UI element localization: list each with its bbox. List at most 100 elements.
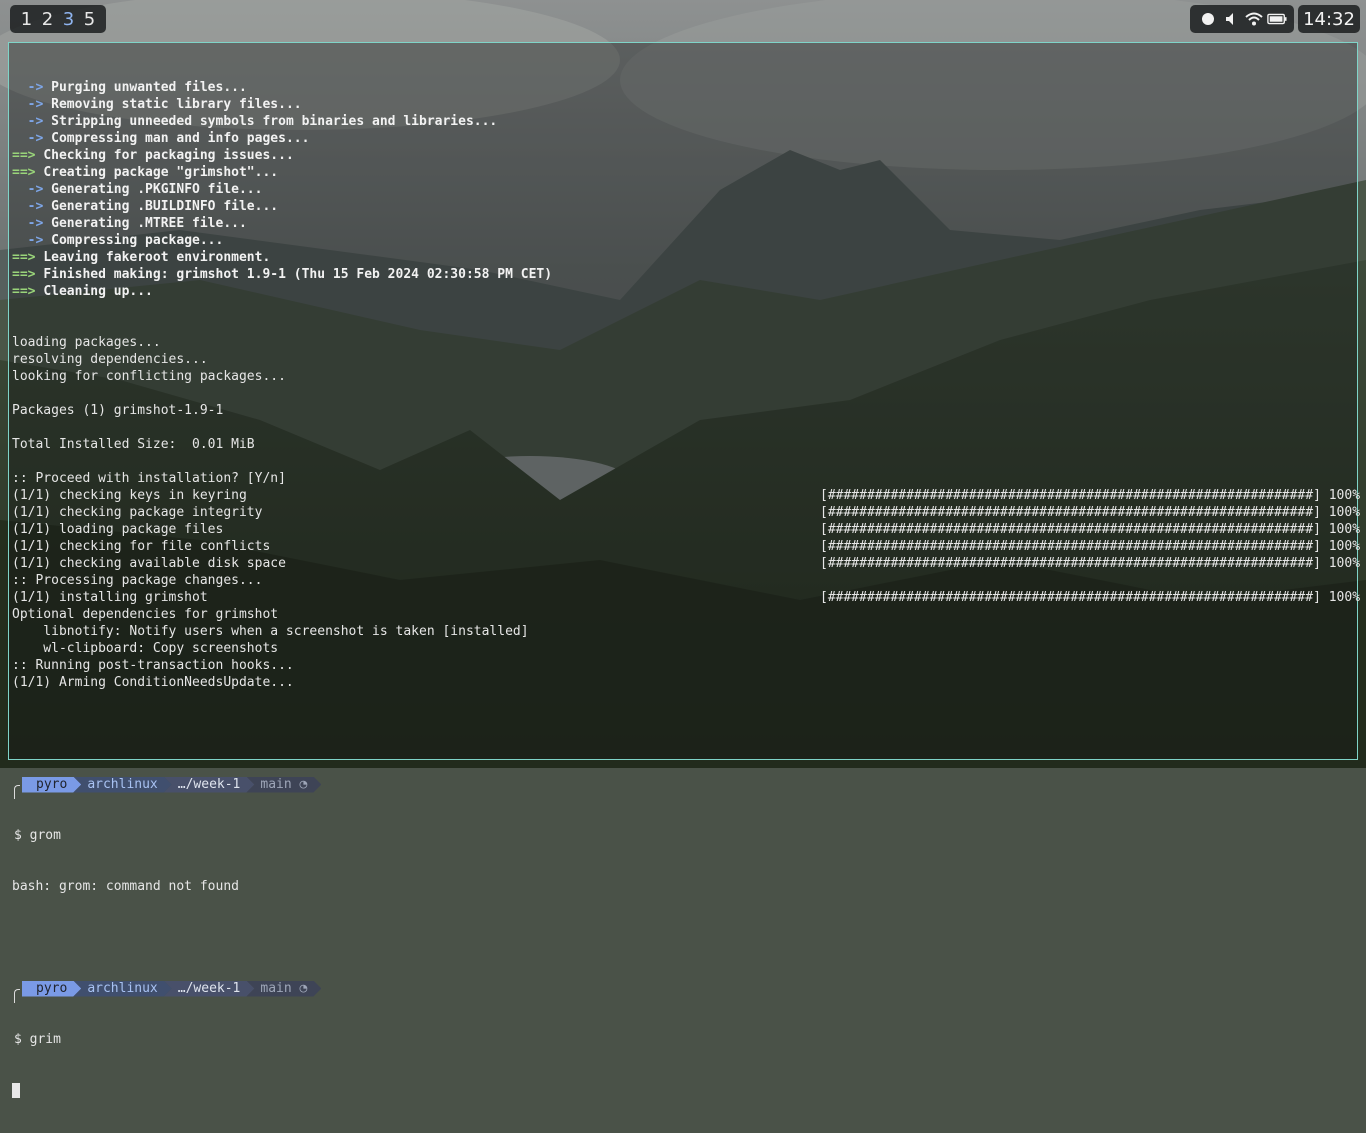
- prompt-git-branch: main ◔: [246, 981, 321, 997]
- build-output-line: -> Generating .MTREE file...: [12, 215, 1354, 232]
- build-output-text: Compressing package...: [51, 233, 224, 248]
- pacman-output-line: (1/1) checking available disk space [####…: [12, 555, 1360, 572]
- build-output-line: ==> Finished making: grimshot 1.9-1 (Thu…: [12, 266, 1354, 283]
- system-tray: [1190, 5, 1294, 33]
- pacman-output-text: :: Processing package changes...: [12, 573, 263, 588]
- record-dot-icon[interactable]: [1198, 9, 1218, 29]
- pacman-output-text: loading packages...: [12, 335, 161, 350]
- progress-bar: [#######################################…: [820, 556, 1361, 571]
- makepkg-step-marker: ==>: [12, 165, 36, 180]
- pacman-output-text: (1/1) checking for file conflicts: [12, 539, 271, 554]
- build-output-text: Stripping unneeded symbols from binaries…: [51, 114, 498, 129]
- pacman-output-text: (1/1) Arming ConditionNeedsUpdate...: [12, 675, 294, 690]
- makepkg-step-marker: ==>: [12, 267, 36, 282]
- pacman-output-text: :: Running post-transaction hooks...: [12, 658, 294, 673]
- prompt-user: pyro: [22, 777, 81, 793]
- command-input[interactable]: $ grim: [14, 1032, 61, 1047]
- progress-bar: [#######################################…: [820, 539, 1361, 554]
- makepkg-substep-marker: ->: [12, 233, 44, 248]
- build-output-line: -> Compressing man and info pages...: [12, 130, 1354, 147]
- command-line: $ grom: [12, 827, 1354, 844]
- pacman-output-text: wl-clipboard: Copy screenshots: [12, 641, 279, 656]
- build-output-text: Creating package "grimshot"...: [43, 165, 279, 180]
- prompt-host: archlinux: [73, 981, 171, 997]
- shell-prompt: pyro archlinux …/week-1 main ◔: [12, 776, 1354, 799]
- pacman-output-line: (1/1) checking package integrity [#######…: [12, 504, 1360, 521]
- build-output-line: ==> Checking for packaging issues...: [12, 147, 1354, 164]
- pacman-output-line: (1/1) loading package files [############…: [12, 521, 1360, 538]
- command-text: $ grom: [14, 828, 61, 843]
- prompt-user: pyro: [22, 981, 81, 997]
- progress-bar: [#######################################…: [820, 505, 1361, 520]
- workspace-5[interactable]: 5: [79, 9, 100, 30]
- makepkg-substep-marker: ->: [12, 199, 44, 214]
- makepkg-substep-marker: ->: [12, 97, 44, 112]
- build-output-line: -> Removing static library files...: [12, 96, 1354, 113]
- pacman-output-text: (1/1) checking package integrity: [12, 505, 263, 520]
- build-output-line: ==> Creating package "grimshot"...: [12, 164, 1354, 181]
- error-output: bash: grom: command not found: [12, 879, 239, 894]
- pacman-output-text: Total Installed Size: 0.01 MiB: [12, 437, 255, 452]
- build-output-line: ==> Leaving fakeroot environment.: [12, 249, 1354, 266]
- pacman-output-text: (1/1) loading package files: [12, 522, 224, 537]
- progress-bar: [#######################################…: [820, 488, 1361, 503]
- workspace-2[interactable]: 2: [37, 9, 58, 30]
- workspace-3[interactable]: 3: [58, 9, 79, 30]
- build-output-text: Generating .BUILDINFO file...: [51, 199, 279, 214]
- makepkg-step-marker: ==>: [12, 284, 36, 299]
- progress-bar: [#######################################…: [820, 522, 1361, 537]
- build-output-text: Compressing man and info pages...: [51, 131, 310, 146]
- pacman-output-text: resolving dependencies...: [12, 352, 208, 367]
- build-output-line: ==> Cleaning up...: [12, 283, 1354, 300]
- pacman-output-text: (1/1) checking keys in keyring: [12, 488, 247, 503]
- pacman-output-line: :: Proceed with installation? [Y/n]: [12, 470, 1354, 487]
- pacman-output-line: Total Installed Size: 0.01 MiB: [12, 436, 1354, 453]
- pacman-output-text: (1/1) installing grimshot: [12, 590, 208, 605]
- pacman-output-text: libnotify: Notify users when a screensho…: [12, 624, 529, 639]
- workspace-switcher: 1 2 3 5: [10, 5, 106, 33]
- shell-prompt: pyro archlinux …/week-1 main ◔: [12, 980, 1354, 1003]
- prompt-directory: …/week-1: [164, 981, 255, 997]
- progress-bar: [#######################################…: [820, 590, 1361, 605]
- pacman-output-line: (1/1) checking keys in keyring [#########…: [12, 487, 1360, 504]
- pacman-output-line: :: Processing package changes...: [12, 572, 1354, 589]
- pacman-output-text: Packages (1) grimshot-1.9-1: [12, 403, 224, 418]
- prompt-corner-decoration: [14, 785, 20, 799]
- makepkg-substep-marker: ->: [12, 216, 44, 231]
- build-output-text: Cleaning up...: [43, 284, 153, 299]
- terminal-cursor: [12, 1083, 20, 1098]
- pacman-output-line: loading packages...: [12, 334, 1354, 351]
- pacman-output-line: :: Running post-transaction hooks...: [12, 657, 1354, 674]
- pacman-output-line: looking for conflicting packages...: [12, 368, 1354, 385]
- build-output-line: -> Purging unwanted files...: [12, 79, 1354, 96]
- pacman-output-text: Optional dependencies for grimshot: [12, 607, 279, 622]
- prompt-directory: …/week-1: [164, 777, 255, 793]
- terminal-output: -> Purging unwanted files... -> Removing…: [12, 45, 1360, 1133]
- pacman-output-line: resolving dependencies...: [12, 351, 1354, 368]
- pacman-output-line: [12, 453, 1354, 470]
- clock[interactable]: 14:32: [1298, 5, 1360, 33]
- build-output-text: Finished making: grimshot 1.9-1 (Thu 15 …: [43, 267, 553, 282]
- pacman-output-line: Optional dependencies for grimshot: [12, 606, 1354, 623]
- battery-icon[interactable]: [1266, 9, 1287, 29]
- build-output-text: Generating .PKGINFO file...: [51, 182, 263, 197]
- makepkg-substep-marker: ->: [12, 80, 44, 95]
- pacman-output-line: libnotify: Notify users when a screensho…: [12, 623, 1354, 640]
- prompt-corner-decoration: [14, 989, 20, 1003]
- build-output-text: Checking for packaging issues...: [43, 148, 294, 163]
- pacman-output-line: (1/1) Arming ConditionNeedsUpdate...: [12, 674, 1354, 691]
- pacman-output-text: (1/1) checking available disk space: [12, 556, 286, 571]
- pacman-output-line: Packages (1) grimshot-1.9-1: [12, 402, 1354, 419]
- workspace-1[interactable]: 1: [16, 9, 37, 30]
- makepkg-step-marker: ==>: [12, 250, 36, 265]
- build-output-line: -> Compressing package...: [12, 232, 1354, 249]
- build-output-line: -> Generating .BUILDINFO file...: [12, 198, 1354, 215]
- command-line[interactable]: $ grim: [12, 1031, 1354, 1048]
- makepkg-substep-marker: ->: [12, 182, 44, 197]
- volume-muted-icon[interactable]: [1221, 9, 1241, 29]
- prompt-host: archlinux: [73, 777, 171, 793]
- terminal-window[interactable]: -> Purging unwanted files... -> Removing…: [8, 42, 1360, 1098]
- wifi-icon[interactable]: [1244, 9, 1264, 29]
- pacman-output-line: wl-clipboard: Copy screenshots: [12, 640, 1354, 657]
- makepkg-substep-marker: ->: [12, 131, 44, 146]
